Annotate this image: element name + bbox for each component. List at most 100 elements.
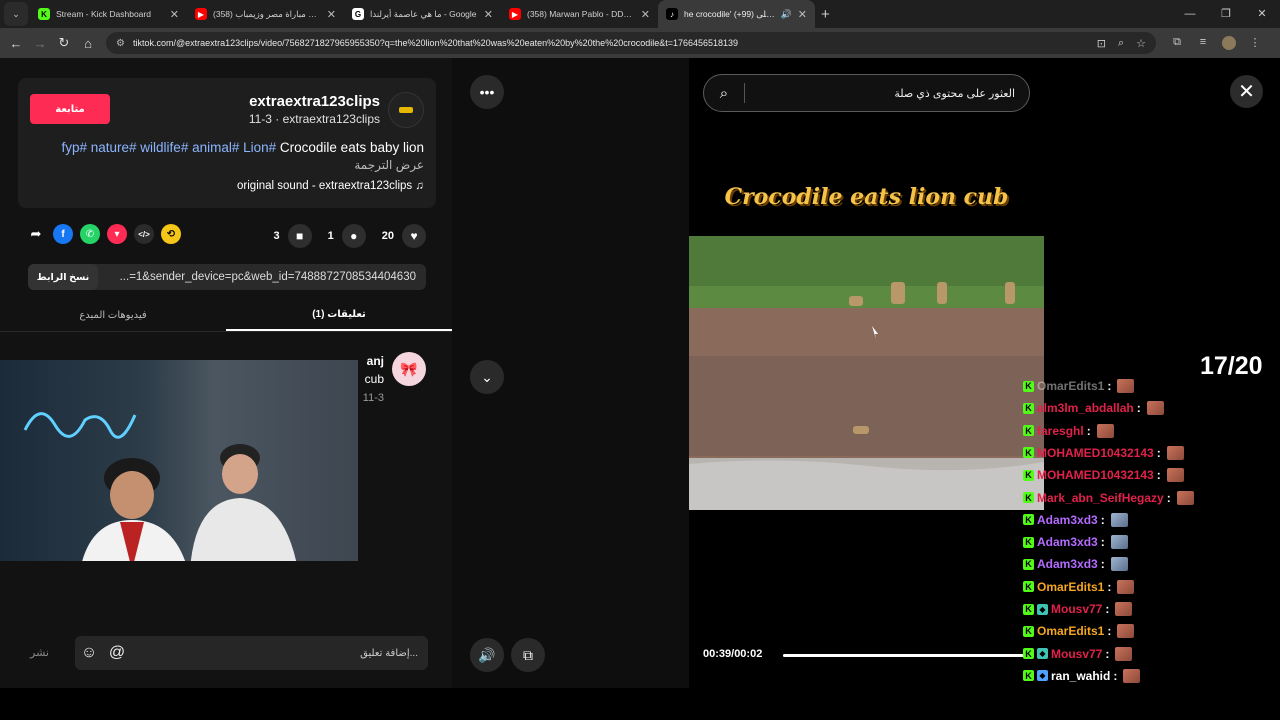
tab-close-icon[interactable]: ✕ <box>641 8 650 21</box>
copy-link-button[interactable]: نسخ الرابط <box>28 264 98 290</box>
commenter-name[interactable]: anj <box>367 354 384 368</box>
facebook-icon[interactable]: f <box>53 224 73 244</box>
chat-username[interactable]: Adam3xd3 <box>1037 535 1098 549</box>
tab-close-icon[interactable]: ✕ <box>170 8 179 21</box>
kick-badge-icon: K <box>1023 425 1034 437</box>
reload-icon[interactable]: ↻ <box>52 35 76 51</box>
close-icon[interactable]: ✕ <box>1230 75 1263 108</box>
browser-tab[interactable]: ▶ ملخص مباراة مصر وزيمباب (358) ✕ <box>187 0 344 28</box>
sound-link[interactable]: original sound - extraextra123clips ♫ <box>237 180 424 192</box>
chat-message: K OmarEdits1: <box>1020 576 1135 598</box>
video-player[interactable]: ⌕ العثور على محتوى ذي صلة Crocodile eats… <box>689 58 1044 688</box>
chat-message: K OmarEdits1: <box>1020 375 1135 397</box>
comment-icon[interactable]: ● <box>341 224 366 248</box>
emoji-icon[interactable]: ☺ <box>75 644 103 662</box>
more-options-icon[interactable]: ••• <box>470 75 504 109</box>
send-icon[interactable]: ▾ <box>107 224 127 244</box>
browser-tab[interactable]: ♪ he crocodile' العثر على (99+) 🔊 ✕ <box>658 0 815 28</box>
commenter-avatar[interactable]: 🎀 <box>392 352 426 386</box>
whatsapp-icon[interactable]: ✆ <box>80 224 100 244</box>
save-count: 3 <box>273 230 280 242</box>
chat-message: K Adam3xd3: <box>1020 553 1128 575</box>
kick-badge-icon: K <box>1023 380 1034 392</box>
caption-hashtags[interactable]: fyp# nature# wildlife# animal# Lion# <box>62 140 277 155</box>
chat-username[interactable]: OmarEdits1 <box>1037 379 1104 393</box>
browser-menu-icon[interactable]: ⋮ <box>1242 36 1268 50</box>
kick-badge-icon: K <box>1023 558 1034 570</box>
volume-icon[interactable]: 🔊 <box>470 638 504 672</box>
home-icon[interactable]: ⌂ <box>76 36 100 51</box>
browser-tab[interactable]: ▶ (358) Marwan Pablo - DDDD | .. ✕ <box>501 0 658 28</box>
extensions-icon[interactable]: ⧉ <box>1164 36 1190 50</box>
video-frame <box>689 236 1044 510</box>
related-search-input[interactable]: العثور على محتوى ذي صلة <box>745 87 1029 100</box>
subscriber-badge-icon: ◆ <box>1037 648 1048 660</box>
tab-title: ما هي عاصمة أيرلندا - Google <box>370 8 477 19</box>
share-link-text[interactable]: ...=1&sender_device=pc&web_id=7488872708… <box>98 271 426 283</box>
forward-icon[interactable]: → <box>28 36 52 51</box>
restore-icon[interactable]: ❐ <box>1208 0 1244 28</box>
new-tab-button[interactable]: + <box>821 6 830 23</box>
chat-username[interactable]: Adam3xd3 <box>1037 557 1098 571</box>
see-translation-link[interactable]: عرض الترجمة <box>354 158 424 172</box>
related-search-bar[interactable]: ⌕ العثور على محتوى ذي صلة <box>703 74 1030 112</box>
comment-composer[interactable]: ☺ @ إضافة تعليق... <box>75 636 428 670</box>
post-comment-button[interactable]: نشر <box>30 646 49 659</box>
chat-emote <box>1110 535 1128 550</box>
repost-icon[interactable]: ⟲ <box>161 224 181 244</box>
chat-username[interactable]: Mousv77 <box>1051 602 1102 616</box>
media-controls-icon[interactable]: ≡ <box>1190 36 1216 50</box>
chat-username[interactable]: alm3lm_abdallah <box>1037 401 1134 415</box>
mention-icon[interactable]: @ <box>103 644 131 662</box>
webcam-overlay <box>0 360 358 561</box>
progress-bar[interactable] <box>783 654 1031 657</box>
share-arrow-icon[interactable]: ➦ <box>26 224 46 244</box>
chat-username[interactable]: MOHAMED10432143 <box>1037 446 1154 460</box>
kick-badge-icon: K <box>1023 536 1034 548</box>
browser-tab[interactable]: K Stream - Kick Dashboard ✕ <box>30 0 187 28</box>
chat-username[interactable]: ran_wahid <box>1051 669 1110 683</box>
site-info-icon[interactable]: ⚙ <box>116 38 125 49</box>
heart-icon[interactable]: ♥ <box>402 224 426 248</box>
tab-title: (358) Marwan Pablo - DDDD | .. <box>527 9 635 19</box>
chat-emote <box>1115 602 1133 616</box>
chat-username[interactable]: Mousv77 <box>1051 647 1102 661</box>
tab-close-icon[interactable]: ✕ <box>484 8 493 21</box>
address-bar[interactable]: ⚙ tiktok.com/@extraextra123clips/video/7… <box>106 32 1156 54</box>
back-icon[interactable]: ← <box>4 36 28 51</box>
chat-username[interactable]: faresghl <box>1037 424 1084 438</box>
profile-avatar[interactable] <box>1216 36 1242 50</box>
search-icon[interactable]: ⌕ <box>704 85 744 102</box>
like-count: 20 <box>381 230 394 242</box>
chat-emote <box>1166 445 1184 460</box>
minimize-icon[interactable]: — <box>1172 0 1208 28</box>
chat-username[interactable]: OmarEdits1 <box>1037 580 1104 594</box>
bookmark-star-icon[interactable]: ☆ <box>1136 37 1146 50</box>
tab-creator-videos[interactable]: فيديوهات المبدع <box>0 300 226 331</box>
tab-close-icon[interactable]: ✕ <box>798 8 807 21</box>
chat-username[interactable]: MOHAMED10432143 <box>1037 468 1154 482</box>
chat-username[interactable]: Mark_abn_SeifHegazy <box>1037 491 1164 505</box>
browser-tab[interactable]: G ما هي عاصمة أيرلندا - Google ✕ <box>344 0 501 28</box>
floating-player-icon[interactable]: ⧉ <box>511 638 545 672</box>
follow-button[interactable]: متابعة <box>30 94 110 124</box>
tab-search-button[interactable]: ⌄ <box>4 2 28 26</box>
chat-emote <box>1123 668 1141 683</box>
chat-username[interactable]: OmarEdits1 <box>1037 624 1104 638</box>
zoom-icon[interactable]: ⌕ <box>1118 37 1124 50</box>
tab-audio-icon[interactable]: 🔊 <box>781 9 792 20</box>
engagement-stats: 3 ■ 1 ● 20 ♥ <box>258 224 426 248</box>
chat-username[interactable]: Adam3xd3 <box>1037 513 1098 527</box>
close-window-icon[interactable]: ✕ <box>1244 0 1280 28</box>
next-video-chevron-icon[interactable]: ⌄ <box>470 360 504 394</box>
install-app-icon[interactable]: ⊡ <box>1097 37 1106 50</box>
chat-emote <box>1166 468 1184 483</box>
author-name[interactable]: extraextra123clips <box>249 93 380 110</box>
tab-close-icon[interactable]: ✕ <box>327 8 336 21</box>
author-avatar[interactable] <box>388 92 424 128</box>
comment-input[interactable]: إضافة تعليق... <box>131 648 428 659</box>
chat-emote <box>1110 512 1128 527</box>
bookmark-icon[interactable]: ■ <box>287 224 312 248</box>
embed-icon[interactable]: </> <box>134 224 154 244</box>
tab-comments[interactable]: (1) تعليقات <box>226 300 452 331</box>
